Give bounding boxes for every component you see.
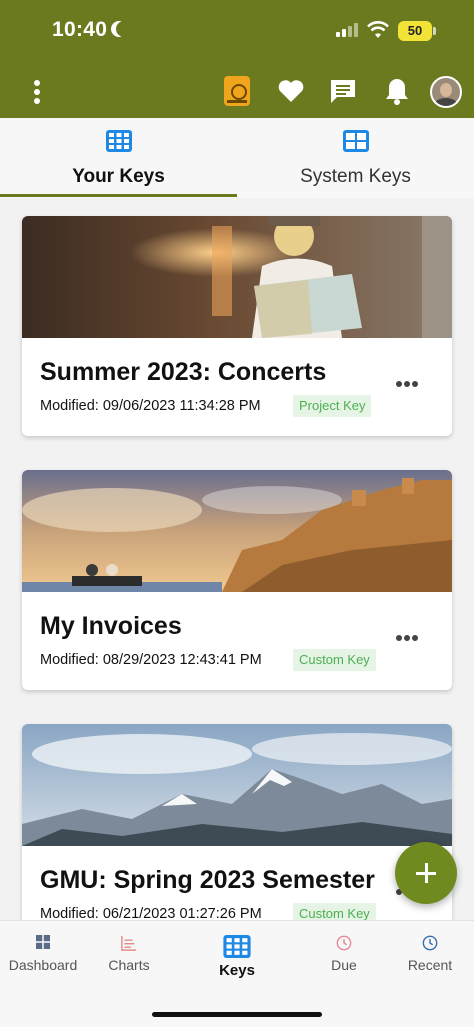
nav-charts[interactable]: Charts [82,935,176,973]
card-title: GMU: Spring 2023 Semester [40,866,375,894]
keys-list: Summer 2023: Concerts Modified: 09/06/20… [0,198,474,920]
nav-recent[interactable]: Recent [383,935,474,973]
grid-icon [342,130,369,152]
battery-indicator: 50 [398,21,436,41]
tab-label: Your Keys [72,166,165,187]
avatar[interactable] [430,76,462,108]
card-image-mountains [22,724,452,846]
clock-icon [336,935,352,951]
nav-label: Keys [219,962,255,979]
dashboard-icon [36,935,50,949]
nav-due[interactable]: Due [297,935,391,973]
add-key-button[interactable] [395,842,457,904]
more-horizontal-icon[interactable] [396,628,422,641]
card-image-fort [22,470,452,592]
nav-label: Due [331,957,357,973]
moon-icon [116,21,132,37]
nav-label: Charts [108,957,150,973]
active-tab-indicator [0,194,237,197]
nav-label: Recent [407,957,453,973]
charts-icon [121,935,137,951]
app-header: 10:40 50 [0,0,474,118]
clock-icon [422,935,438,951]
modified-date: Modified: 09/06/2023 11:34:28 PM [40,398,261,414]
nav-dashboard[interactable]: Dashboard [0,935,90,973]
key-card[interactable]: My Invoices Modified: 08/29/2023 12:43:4… [22,470,452,690]
nav-keys[interactable]: Keys [190,935,284,979]
key-card[interactable]: Summer 2023: Concerts Modified: 09/06/20… [22,216,452,436]
signal-icon [336,23,358,37]
status-time: 10:40 [52,18,108,41]
keys-grid-icon [223,935,251,958]
tab-label: System Keys [300,166,411,187]
card-title: Summer 2023: Concerts [40,358,327,386]
more-vertical-icon[interactable] [28,78,46,106]
key-tabs: Your Keys System Keys [0,118,474,198]
more-horizontal-icon[interactable] [396,374,422,387]
heart-icon[interactable] [276,76,306,106]
home-indicator [152,1012,322,1017]
nav-label: Dashboard [8,957,78,973]
tab-your-keys[interactable]: Your Keys [0,118,237,198]
bottom-nav: Dashboard Charts Keys Due Recent [0,920,474,1027]
wifi-icon [367,21,389,38]
key-type-badge: Project Key [293,395,372,417]
chat-icon[interactable] [328,76,358,106]
book-globe-icon[interactable] [224,76,250,106]
tab-system-keys[interactable]: System Keys [237,118,474,198]
modified-date: Modified: 06/21/2023 01:27:26 PM [40,906,262,920]
key-card[interactable]: GMU: Spring 2023 Semester Modified: 06/2… [22,724,452,920]
card-image-traveler [22,216,452,338]
key-type-badge: Custom Key [293,903,376,920]
key-type-badge: Custom Key [293,649,376,671]
card-title: My Invoices [40,612,182,640]
modified-date: Modified: 08/29/2023 12:43:41 PM [40,652,262,668]
bell-icon[interactable] [382,76,412,106]
grid-icon [105,130,132,152]
